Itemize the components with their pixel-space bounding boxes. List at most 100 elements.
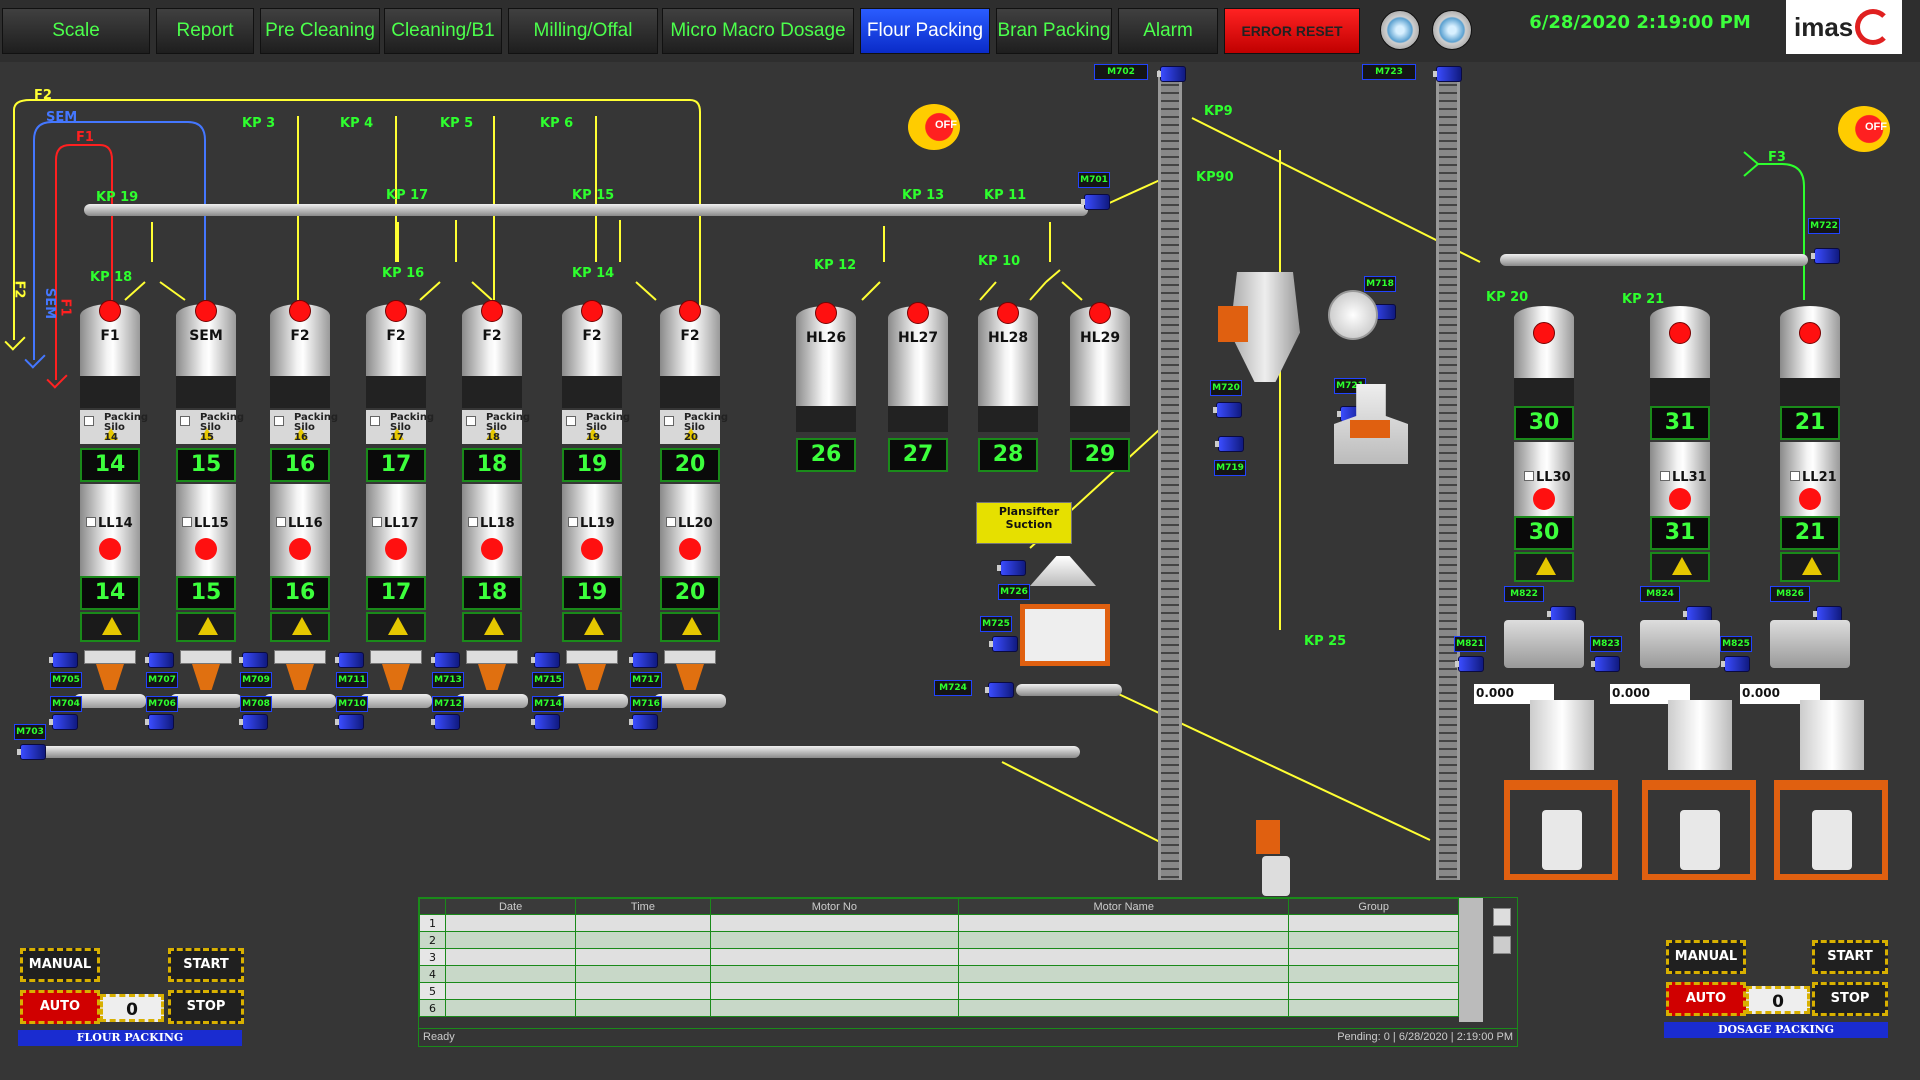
checkbox-icon[interactable] <box>568 517 578 527</box>
checkbox-icon[interactable] <box>370 416 380 426</box>
motor-icon[interactable] <box>49 714 78 730</box>
dosage-silo[interactable] <box>1780 306 1840 378</box>
motor-icon[interactable] <box>531 652 560 668</box>
packing-silo-toggle[interactable]: Packing Silo 17 <box>366 410 434 444</box>
checkbox-icon[interactable] <box>666 517 676 527</box>
checkbox-icon[interactable] <box>180 416 190 426</box>
motor-icon[interactable] <box>531 714 560 730</box>
hl-silo[interactable]: HL29 <box>1070 302 1130 406</box>
packing-silo-toggle[interactable]: Packing Silo 20 <box>660 410 728 444</box>
hl-silo[interactable]: HL28 <box>978 302 1038 406</box>
dosage-silo[interactable] <box>1514 306 1574 378</box>
level-switch[interactable]: LL20 <box>666 516 713 531</box>
off-toggle-1[interactable]: OFF <box>908 104 960 150</box>
checkbox-icon[interactable] <box>182 517 192 527</box>
silo-20[interactable]: F2 <box>660 300 720 376</box>
level-switch[interactable]: LL16 <box>276 516 323 531</box>
motor-icon[interactable] <box>145 714 174 730</box>
level-switch[interactable]: LL18 <box>468 516 515 531</box>
packing-silo-toggle[interactable]: Packing Silo 14 <box>80 410 148 444</box>
dosage-start-button[interactable]: START <box>1812 940 1888 974</box>
plansifter-suction[interactable]: Plansifter Suction <box>976 502 1072 544</box>
motor-icon[interactable] <box>989 636 1018 652</box>
table-scrollbar[interactable] <box>1459 898 1483 1022</box>
col-motor-name[interactable]: Motor Name <box>958 898 1290 915</box>
motor-icon[interactable] <box>1591 656 1620 672</box>
silo-19[interactable]: F2 <box>562 300 622 376</box>
checkbox-icon[interactable] <box>274 416 284 426</box>
checkbox-icon[interactable] <box>664 416 674 426</box>
table-row[interactable]: 2 <box>419 931 1459 949</box>
motor-icon[interactable] <box>1811 248 1840 264</box>
table-row[interactable]: 3 <box>419 948 1459 966</box>
table-row[interactable]: 1 <box>419 914 1459 932</box>
dosage-stop-button[interactable]: STOP <box>1812 982 1888 1016</box>
packing-silo-toggle[interactable]: Packing Silo 16 <box>270 410 338 444</box>
silo-18[interactable]: F2 <box>462 300 522 376</box>
flour-start-button[interactable]: START <box>168 948 244 982</box>
checkbox-icon[interactable] <box>468 517 478 527</box>
motor-icon[interactable] <box>1213 402 1242 418</box>
silo-17[interactable]: F2 <box>366 300 426 376</box>
checkbox-icon[interactable] <box>86 517 96 527</box>
level-switch[interactable]: LL17 <box>372 516 419 531</box>
motor-icon[interactable] <box>997 560 1026 576</box>
motor-icon[interactable] <box>1157 66 1186 82</box>
dosage-manual-button[interactable]: MANUAL <box>1666 940 1746 974</box>
flour-auto-button[interactable]: AUTO <box>20 990 100 1024</box>
checkbox-icon[interactable] <box>372 517 382 527</box>
packing-silo-toggle[interactable]: Packing Silo 18 <box>462 410 530 444</box>
packing-silo-toggle[interactable]: Packing Silo 19 <box>562 410 630 444</box>
silo-16[interactable]: F2 <box>270 300 330 376</box>
hl-silo[interactable]: HL26 <box>796 302 856 406</box>
level-switch[interactable]: LL31 <box>1660 470 1707 485</box>
motor-icon[interactable] <box>335 652 364 668</box>
hl-silo[interactable]: HL27 <box>888 302 948 406</box>
motor-icon[interactable] <box>1433 66 1462 82</box>
off-toggle-2[interactable]: OFF <box>1838 106 1890 152</box>
motor-icon[interactable] <box>1215 436 1244 452</box>
motor-icon[interactable] <box>239 714 268 730</box>
motor-icon[interactable] <box>629 714 658 730</box>
col-time[interactable]: Time <box>575 898 711 915</box>
motor-icon[interactable] <box>985 682 1014 698</box>
level-switch[interactable]: LL21 <box>1790 470 1837 485</box>
checkbox-icon[interactable] <box>1790 471 1800 481</box>
motor-icon[interactable] <box>145 652 174 668</box>
checkbox-icon[interactable] <box>566 416 576 426</box>
flour-manual-button[interactable]: MANUAL <box>20 948 100 982</box>
dosage-auto-button[interactable]: AUTO <box>1666 982 1746 1016</box>
motor-icon[interactable] <box>335 714 364 730</box>
motor-icon[interactable] <box>629 652 658 668</box>
table-row[interactable]: 5 <box>419 982 1459 1000</box>
motor-icon[interactable] <box>1721 656 1750 672</box>
checkbox-icon[interactable] <box>1524 471 1534 481</box>
col-date[interactable]: Date <box>444 898 577 915</box>
packing-silo-toggle[interactable]: Packing Silo 15 <box>176 410 244 444</box>
motor-icon[interactable] <box>1455 656 1484 672</box>
flour-stop-button[interactable]: STOP <box>168 990 244 1024</box>
col-group[interactable]: Group <box>1288 898 1459 915</box>
dosage-silo[interactable] <box>1650 306 1710 378</box>
acknowledge-icon[interactable] <box>1493 908 1511 926</box>
motor-icon[interactable] <box>17 744 46 760</box>
level-switch[interactable]: LL14 <box>86 516 133 531</box>
motor-icon[interactable] <box>431 714 460 730</box>
checkbox-icon[interactable] <box>84 416 94 426</box>
motor-icon[interactable] <box>49 652 78 668</box>
motor-icon[interactable] <box>239 652 268 668</box>
print-icon[interactable] <box>1493 936 1511 954</box>
checkbox-icon[interactable] <box>1660 471 1670 481</box>
level-switch[interactable]: LL15 <box>182 516 229 531</box>
table-row[interactable]: 4 <box>419 965 1459 983</box>
silo-15[interactable]: SEM <box>176 300 236 376</box>
checkbox-icon[interactable] <box>276 517 286 527</box>
col-motor-no[interactable]: Motor No <box>709 898 960 915</box>
motor-icon[interactable] <box>431 652 460 668</box>
level-switch[interactable]: LL19 <box>568 516 615 531</box>
checkbox-icon[interactable] <box>466 416 476 426</box>
motor-icon[interactable] <box>1081 194 1110 210</box>
level-switch[interactable]: LL30 <box>1524 470 1571 485</box>
silo-14[interactable]: F1 <box>80 300 140 376</box>
table-row[interactable]: 6 <box>419 999 1459 1017</box>
